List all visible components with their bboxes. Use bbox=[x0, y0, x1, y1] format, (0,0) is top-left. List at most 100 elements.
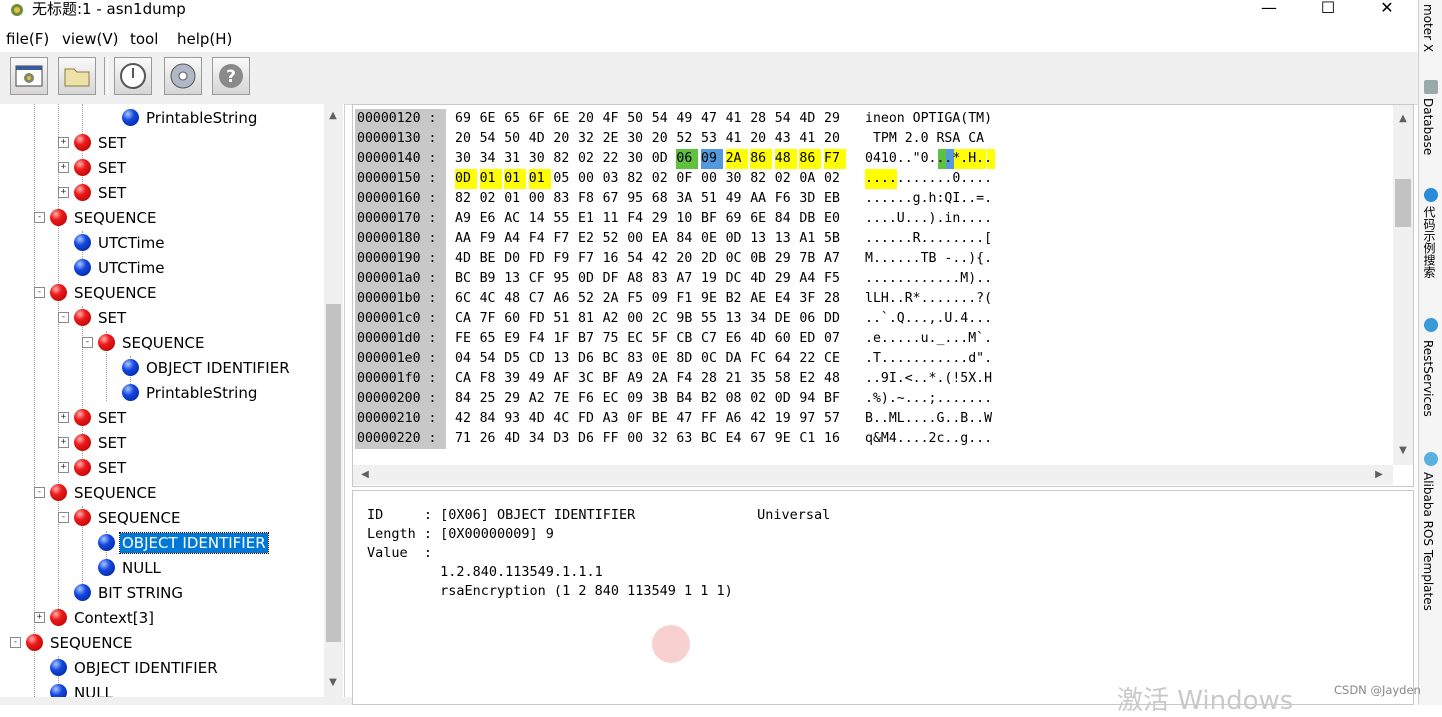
tree-scrollbar[interactable]: ▲ ▼ bbox=[324, 104, 343, 697]
hex-byte[interactable]: 54 bbox=[775, 109, 797, 129]
hex-byte[interactable]: FD bbox=[529, 309, 551, 329]
hex-byte[interactable]: 34 bbox=[750, 309, 772, 329]
hex-byte[interactable]: 3D bbox=[799, 189, 821, 209]
hex-byte[interactable]: 41 bbox=[726, 129, 748, 149]
hex-scroll-thumb[interactable] bbox=[1395, 179, 1411, 227]
asn1-tree[interactable]: PrintableString + SET + SET + SET - SEQUENCE UTCT… bbox=[0, 104, 345, 697]
tree-node-label[interactable]: SET bbox=[96, 133, 128, 153]
hex-byte[interactable]: 48 bbox=[774, 149, 797, 169]
hex-byte[interactable]: 02 bbox=[480, 189, 502, 209]
hex-byte[interactable]: A9 bbox=[627, 369, 649, 389]
hex-byte[interactable]: 39 bbox=[504, 369, 526, 389]
hex-byte[interactable]: 67 bbox=[750, 429, 772, 449]
hex-byte[interactable]: DC bbox=[726, 269, 748, 289]
hex-byte[interactable]: 09 bbox=[627, 389, 649, 409]
hex-byte[interactable]: 65 bbox=[504, 109, 526, 129]
hex-byte[interactable]: 60 bbox=[775, 329, 797, 349]
hex-byte[interactable]: B2 bbox=[701, 389, 723, 409]
hex-byte[interactable]: F5 bbox=[627, 289, 649, 309]
hex-byte[interactable]: F5 bbox=[824, 269, 846, 289]
hex-byte[interactable]: 67 bbox=[603, 189, 625, 209]
settings-button[interactable] bbox=[10, 57, 48, 95]
tree-node[interactable]: - SEQUENCE bbox=[34, 480, 158, 505]
hex-byte[interactable]: 28 bbox=[824, 289, 846, 309]
side-tab-database[interactable]: Database bbox=[1421, 98, 1435, 155]
collapse-icon[interactable]: - bbox=[34, 487, 45, 498]
hex-byte[interactable]: 30 bbox=[529, 149, 551, 169]
hex-byte[interactable]: 0B bbox=[750, 249, 772, 269]
hex-byte[interactable]: 4D bbox=[750, 269, 772, 289]
hex-byte[interactable]: 4D bbox=[750, 329, 772, 349]
hex-byte[interactable]: 00 bbox=[578, 169, 600, 189]
tree-node[interactable]: - SEQUENCE bbox=[34, 280, 158, 305]
open-folder-button[interactable] bbox=[58, 57, 96, 95]
hex-byte[interactable]: FF bbox=[701, 409, 723, 429]
tree-node[interactable]: UTCTime bbox=[58, 255, 166, 280]
hex-byte[interactable]: 4C bbox=[553, 409, 575, 429]
hex-byte[interactable]: 54 bbox=[480, 349, 502, 369]
hex-byte[interactable]: 82 bbox=[455, 189, 477, 209]
hex-byte[interactable]: BC bbox=[701, 429, 723, 449]
tree-node-label[interactable]: SEQUENCE bbox=[120, 333, 206, 353]
hex-byte[interactable]: 86 bbox=[750, 149, 773, 169]
tree-node-label[interactable]: OBJECT IDENTIFIER bbox=[72, 658, 220, 678]
hex-byte[interactable]: 30 bbox=[455, 149, 477, 169]
hex-byte[interactable]: CE bbox=[824, 349, 846, 369]
hex-byte[interactable]: 6E bbox=[553, 109, 575, 129]
tree-node-label[interactable]: NULL bbox=[72, 683, 115, 698]
hex-byte[interactable]: 75 bbox=[603, 329, 625, 349]
hex-byte[interactable]: 9E bbox=[775, 429, 797, 449]
hex-byte[interactable]: 6C bbox=[455, 289, 477, 309]
hex-byte[interactable]: 9E bbox=[701, 289, 723, 309]
hex-byte[interactable]: FF bbox=[603, 429, 625, 449]
hex-byte[interactable]: 83 bbox=[553, 189, 575, 209]
hex-byte[interactable]: 53 bbox=[701, 129, 723, 149]
tree-node[interactable]: - SEQUENCE bbox=[10, 630, 134, 655]
hex-row[interactable]: 000001b0 : 6C 4C 48 C7 A6 52 2A F5 09 F1 9E B2 AE E4 3F… bbox=[355, 289, 1385, 309]
tree-node[interactable]: + Context[3] bbox=[34, 605, 156, 630]
hex-byte[interactable]: 1F bbox=[553, 329, 575, 349]
hex-byte[interactable]: 68 bbox=[652, 189, 674, 209]
hex-byte[interactable]: 20 bbox=[455, 129, 477, 149]
hex-byte[interactable]: 47 bbox=[701, 109, 723, 129]
collapse-icon[interactable]: - bbox=[34, 287, 45, 298]
hex-byte[interactable]: 0D bbox=[455, 169, 477, 189]
hex-byte[interactable]: 03 bbox=[603, 169, 625, 189]
hex-byte[interactable]: A3 bbox=[603, 409, 625, 429]
tree-node-label[interactable]: NULL bbox=[120, 558, 163, 578]
hex-byte[interactable]: 3B bbox=[652, 389, 674, 409]
hex-byte[interactable]: EC bbox=[627, 329, 649, 349]
hex-byte[interactable]: D6 bbox=[578, 349, 600, 369]
hex-byte[interactable]: 19 bbox=[775, 409, 797, 429]
tree-node[interactable]: + SET bbox=[58, 180, 128, 205]
expand-icon[interactable]: + bbox=[58, 162, 69, 173]
hex-byte[interactable]: DA bbox=[726, 349, 748, 369]
hex-byte[interactable]: 2E bbox=[603, 129, 625, 149]
hex-byte[interactable]: 54 bbox=[480, 129, 502, 149]
collapse-icon[interactable]: - bbox=[58, 312, 69, 323]
hex-byte[interactable]: 50 bbox=[627, 109, 649, 129]
hex-byte[interactable]: 63 bbox=[676, 429, 698, 449]
hex-byte[interactable]: 2C bbox=[652, 309, 674, 329]
menu-tool[interactable]: tool bbox=[130, 30, 158, 48]
hex-byte[interactable]: 22 bbox=[603, 149, 625, 169]
hex-byte[interactable]: 30 bbox=[726, 169, 748, 189]
hex-byte[interactable]: 29 bbox=[775, 249, 797, 269]
hex-byte[interactable]: A1 bbox=[799, 229, 821, 249]
tree-node[interactable]: OBJECT IDENTIFIER bbox=[106, 355, 292, 380]
collapse-icon[interactable]: - bbox=[58, 512, 69, 523]
hex-byte[interactable]: 20 bbox=[578, 109, 600, 129]
tree-scroll-thumb[interactable] bbox=[326, 304, 341, 642]
hex-byte[interactable]: 32 bbox=[652, 429, 674, 449]
hex-byte[interactable]: D6 bbox=[578, 429, 600, 449]
hex-byte[interactable]: 3C bbox=[578, 369, 600, 389]
side-tab-moter[interactable]: moter X bbox=[1421, 4, 1435, 52]
hex-row[interactable]: 00000200 : 84 25 29 A2 7E F6 EC 09 3B B4 B2 08 02 0D 94… bbox=[355, 389, 1385, 409]
tree-node[interactable]: + SET bbox=[58, 405, 128, 430]
hex-byte[interactable]: F4 bbox=[627, 209, 649, 229]
hex-byte[interactable]: 01 bbox=[479, 169, 502, 189]
tree-node-label[interactable]: Context[3] bbox=[72, 608, 156, 628]
hex-byte[interactable]: 69 bbox=[726, 209, 748, 229]
hex-byte[interactable]: 00 bbox=[627, 229, 649, 249]
hex-byte[interactable]: 50 bbox=[504, 129, 526, 149]
